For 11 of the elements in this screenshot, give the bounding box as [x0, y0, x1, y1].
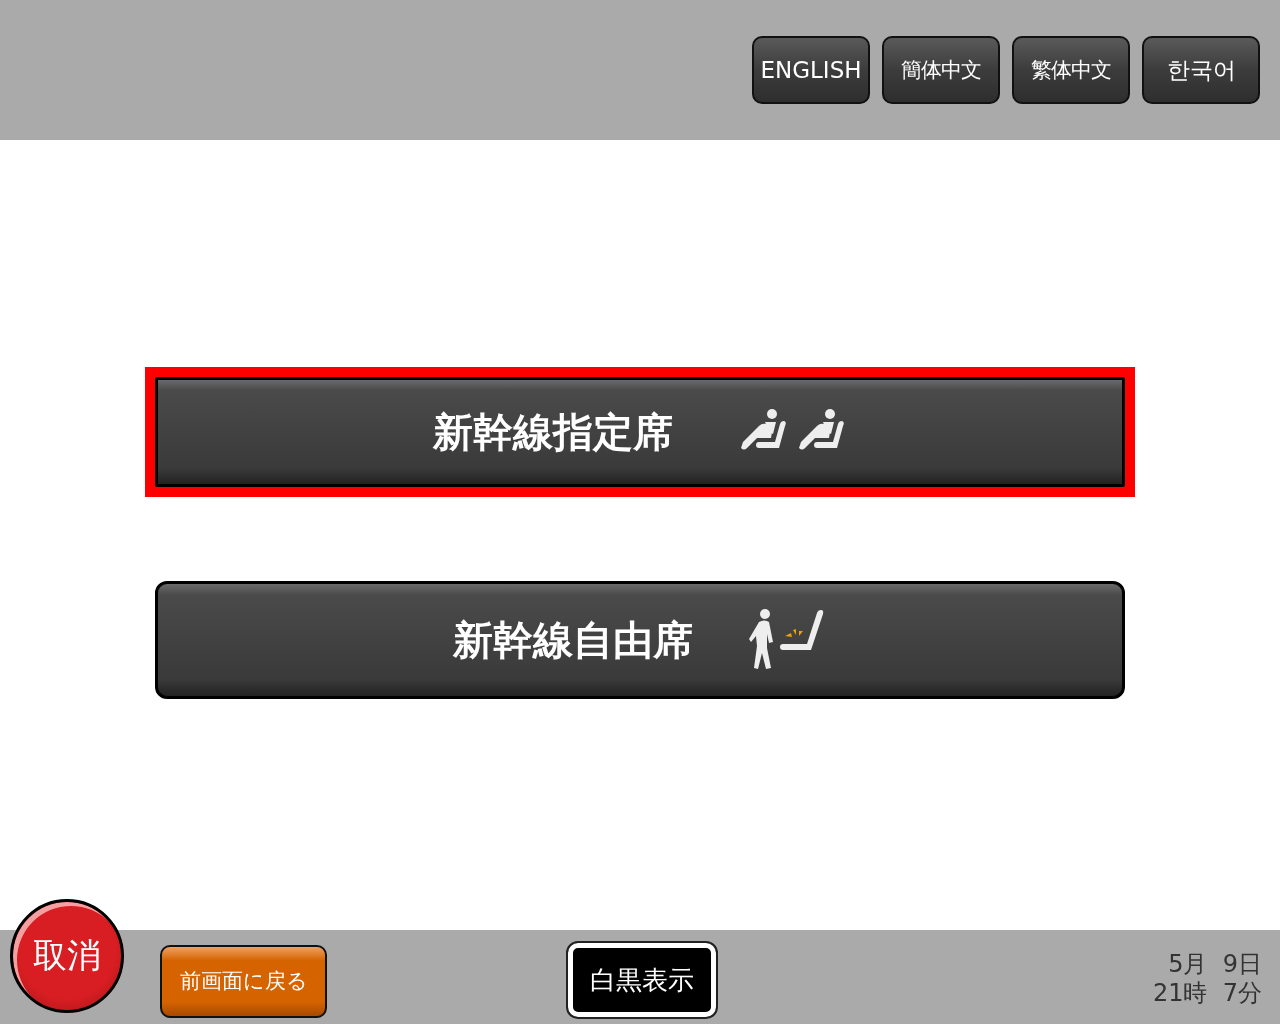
back-button[interactable]: 前画面に戻る	[160, 944, 327, 1018]
language-button[interactable]: 繁体中文	[1012, 36, 1130, 104]
cancel-button[interactable]: 取消	[10, 899, 124, 1013]
language-button[interactable]: ENGLISH	[752, 36, 870, 104]
language-button[interactable]: 한국어	[1142, 36, 1260, 104]
seat-type-button[interactable]: 新幹線指定席	[155, 377, 1125, 487]
time-text: 21時 7分	[1152, 979, 1262, 1008]
language-button[interactable]: 簡体中文	[882, 36, 1000, 104]
monochrome-button[interactable]: 白黒表示	[568, 943, 716, 1017]
date-text: 5月 9日	[1168, 950, 1262, 979]
seat-type-button[interactable]: 新幹線自由席	[155, 581, 1125, 699]
